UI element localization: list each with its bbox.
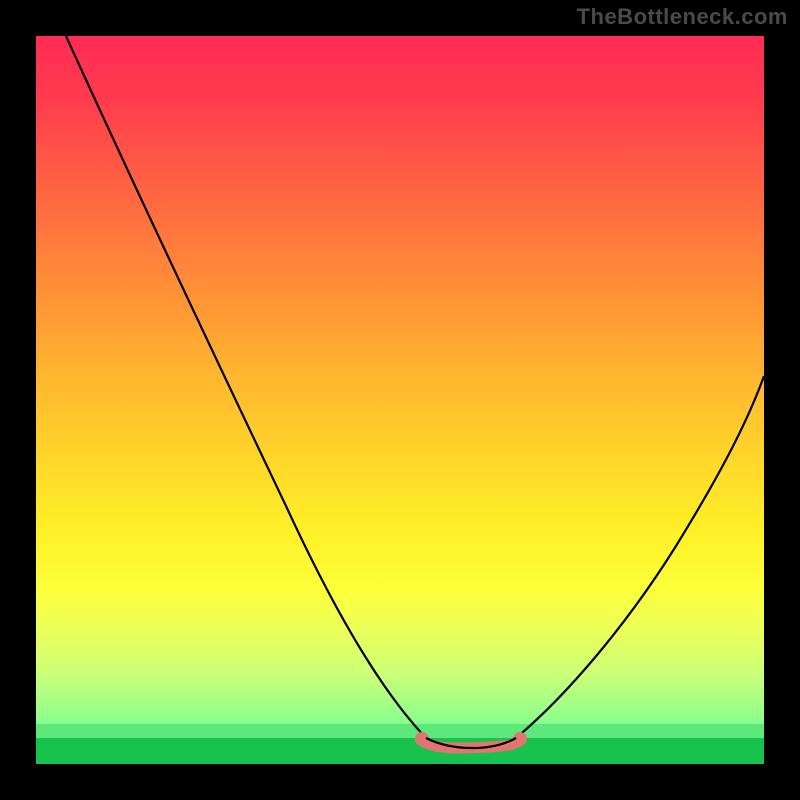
curve-right-branch [516,376,764,738]
curve-left-branch [66,36,426,738]
curve-svg [36,36,764,764]
chart-frame: TheBottleneck.com [0,0,800,800]
plot-area [36,36,764,764]
watermark-text: TheBottleneck.com [577,4,788,30]
